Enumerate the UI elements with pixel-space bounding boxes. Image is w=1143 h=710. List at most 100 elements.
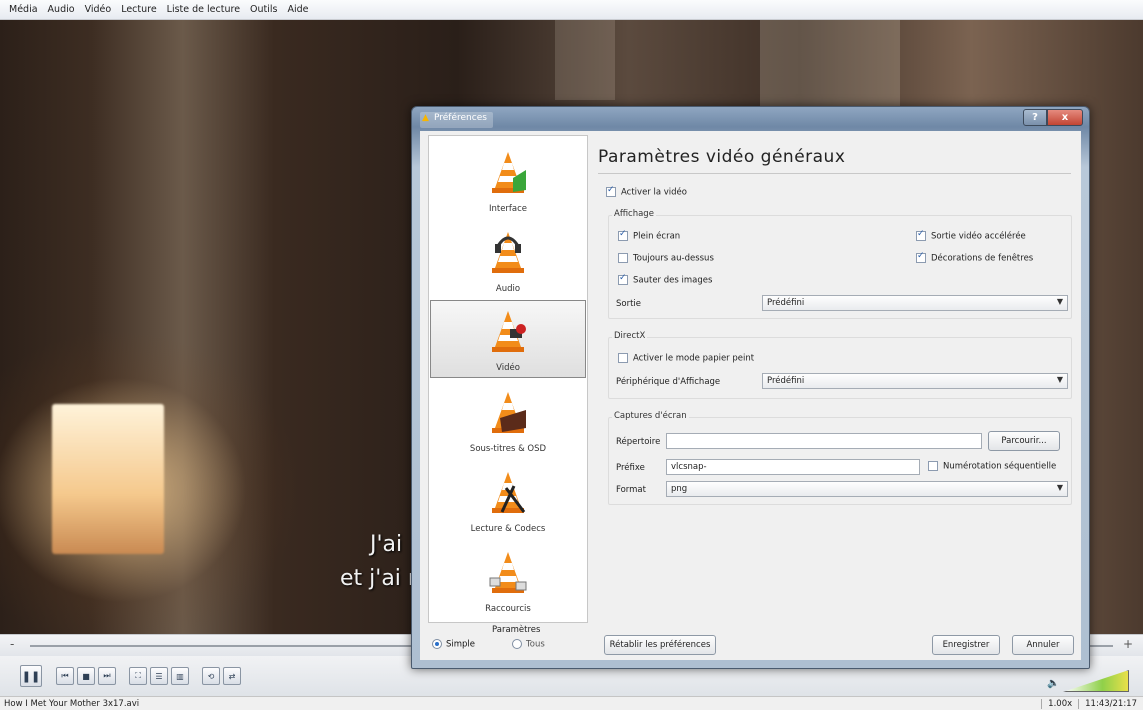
menu-playlist[interactable]: Liste de lecture: [162, 4, 245, 15]
dialog-body: Interface Audio Vidéo Sous-titres & OSD …: [420, 131, 1081, 660]
sidebar-item-label: Vidéo: [496, 363, 520, 373]
directory-label: Répertoire: [616, 437, 661, 447]
enable-video-checkbox[interactable]: Activer la vidéo: [606, 185, 687, 198]
output-select-value: Prédéfini: [767, 298, 805, 308]
fullscreen-label: Plein écran: [633, 231, 681, 242]
dialog-title: ▲ Préférences: [420, 112, 493, 128]
preferences-dialog: ▲ Préférences ? x Interface Audio Vidéo …: [411, 106, 1090, 669]
menu-playback[interactable]: Lecture: [116, 4, 161, 15]
sidebar-item-audio[interactable]: Audio: [429, 220, 587, 298]
directory-input[interactable]: [666, 433, 982, 449]
checkbox-indicator[interactable]: [916, 251, 926, 263]
sidebar-item-label: Sous-titres & OSD: [469, 444, 547, 454]
format-select[interactable]: png ▼: [666, 481, 1068, 497]
radio-simple[interactable]: Simple: [432, 639, 475, 650]
random-button[interactable]: ⇄: [223, 667, 241, 685]
pause-icon: ❚❚: [21, 669, 41, 683]
radio-simple-indicator[interactable]: [432, 639, 442, 649]
format-select-value: png: [671, 484, 688, 494]
menu-help[interactable]: Aide: [283, 4, 314, 15]
prefix-label: Préfixe: [616, 463, 645, 473]
codecs-cone-icon: [492, 472, 526, 513]
browse-button[interactable]: Parcourir...: [988, 431, 1060, 451]
sidebar-item-codecs[interactable]: Lecture & Codecs: [429, 460, 587, 538]
output-label: Sortie: [616, 299, 642, 309]
extended-settings-icon: ☰: [155, 671, 163, 681]
chevron-down-icon: ▼: [1056, 297, 1063, 306]
subtitle-line-2: et j'ai r: [340, 566, 417, 591]
window-decorations-checkbox[interactable]: Décorations de fenêtres: [916, 251, 1033, 264]
radio-all-label: Tous: [526, 639, 545, 650]
save-button[interactable]: Enregistrer: [932, 635, 1000, 655]
directx-group-label: DirectX: [612, 331, 648, 341]
reset-preferences-button[interactable]: Rétablir les préférences: [604, 635, 716, 655]
extended-settings-button[interactable]: ☰: [150, 667, 168, 685]
sidebar-item-label: Raccourcis: [485, 604, 531, 614]
status-time[interactable]: 11:43/21:17: [1078, 698, 1143, 709]
next-button[interactable]: ⏭: [98, 667, 116, 685]
panel-title: Paramètres vidéo généraux: [598, 147, 846, 167]
sidebar-item-hotkeys[interactable]: Raccourcis: [429, 540, 587, 618]
radio-simple-label: Simple: [446, 639, 476, 650]
display-device-select-value: Prédéfini: [767, 376, 805, 386]
accelerated-output-checkbox[interactable]: Sortie vidéo accélérée: [916, 229, 1026, 242]
title-divider: [598, 173, 1071, 174]
hotkeys-cone-icon: [489, 552, 527, 593]
display-device-select[interactable]: Prédéfini ▼: [762, 373, 1068, 389]
sequential-numbering-checkbox[interactable]: Numérotation séquentielle: [928, 461, 1056, 472]
skip-frames-label: Sauter des images: [633, 275, 713, 286]
menu-bar: Média Audio Vidéo Lecture Liste de lectu…: [0, 0, 1143, 20]
subtitles-cone-icon: [492, 392, 526, 433]
help-button[interactable]: ?: [1023, 109, 1047, 126]
checkbox-indicator[interactable]: [618, 253, 628, 263]
play-pause-button[interactable]: ❚❚: [20, 665, 42, 687]
checkbox-indicator[interactable]: [618, 229, 628, 241]
sequential-numbering-label: Numérotation séquentielle: [943, 461, 1057, 472]
preferences-sidebar: Interface Audio Vidéo Sous-titres & OSD …: [428, 135, 588, 623]
cancel-button[interactable]: Annuler: [1012, 635, 1074, 655]
stop-icon: ■: [82, 671, 90, 681]
previous-icon: ⏮: [61, 671, 69, 680]
sidebar-item-label: Audio: [495, 284, 521, 294]
always-on-top-checkbox[interactable]: Toujours au-dessus: [618, 253, 714, 264]
output-select[interactable]: Prédéfini ▼: [762, 295, 1068, 311]
radio-all[interactable]: Tous: [512, 639, 545, 650]
snapshots-group-label: Captures d'écran: [612, 411, 689, 421]
radio-all-indicator[interactable]: [512, 639, 522, 649]
checkbox-indicator[interactable]: [618, 273, 628, 285]
skip-frames-checkbox[interactable]: Sauter des images: [618, 273, 713, 286]
prefix-input[interactable]: vlcsnap-: [666, 459, 920, 475]
volume-slider[interactable]: [1063, 670, 1129, 692]
always-on-top-label: Toujours au-dessus: [633, 253, 714, 264]
sidebar-item-label: Interface: [488, 204, 528, 214]
checkbox-indicator[interactable]: [618, 353, 628, 363]
video-cone-icon: [492, 311, 526, 352]
menu-media[interactable]: Média: [4, 4, 43, 15]
checkbox-indicator[interactable]: [606, 185, 616, 197]
checkbox-indicator[interactable]: [916, 229, 926, 241]
wallpaper-mode-checkbox[interactable]: Activer le mode papier peint: [618, 353, 754, 364]
sidebar-item-interface[interactable]: Interface: [429, 140, 587, 218]
menu-tools[interactable]: Outils: [245, 4, 282, 15]
status-bar: How I Met Your Mother 3x17.avi 1.00x 11:…: [0, 696, 1143, 710]
sidebar-item-subtitles[interactable]: Sous-titres & OSD: [429, 380, 587, 458]
status-speed[interactable]: 1.00x: [1041, 698, 1078, 709]
playlist-button[interactable]: ▥: [171, 667, 189, 685]
loop-button[interactable]: ⟲: [202, 667, 220, 685]
fullscreen-button[interactable]: ⛶: [129, 667, 147, 685]
fullscreen-checkbox[interactable]: Plein écran: [618, 229, 681, 242]
menu-video[interactable]: Vidéo: [80, 4, 117, 15]
directx-group: [608, 337, 1072, 399]
previous-button[interactable]: ⏮: [56, 667, 74, 685]
volume-control[interactable]: 🔈: [1047, 670, 1129, 692]
sidebar-item-video[interactable]: Vidéo: [430, 300, 586, 378]
menu-audio[interactable]: Audio: [43, 4, 80, 15]
audio-cone-icon: [492, 232, 524, 273]
dialog-title-text: Préférences: [434, 113, 487, 123]
playlist-icon: ▥: [176, 671, 184, 681]
close-button[interactable]: x: [1047, 109, 1083, 126]
seek-start-marker: -: [10, 637, 15, 651]
checkbox-indicator[interactable]: [928, 461, 938, 471]
speaker-icon[interactable]: 🔈: [1047, 678, 1059, 689]
stop-button[interactable]: ■: [77, 667, 95, 685]
